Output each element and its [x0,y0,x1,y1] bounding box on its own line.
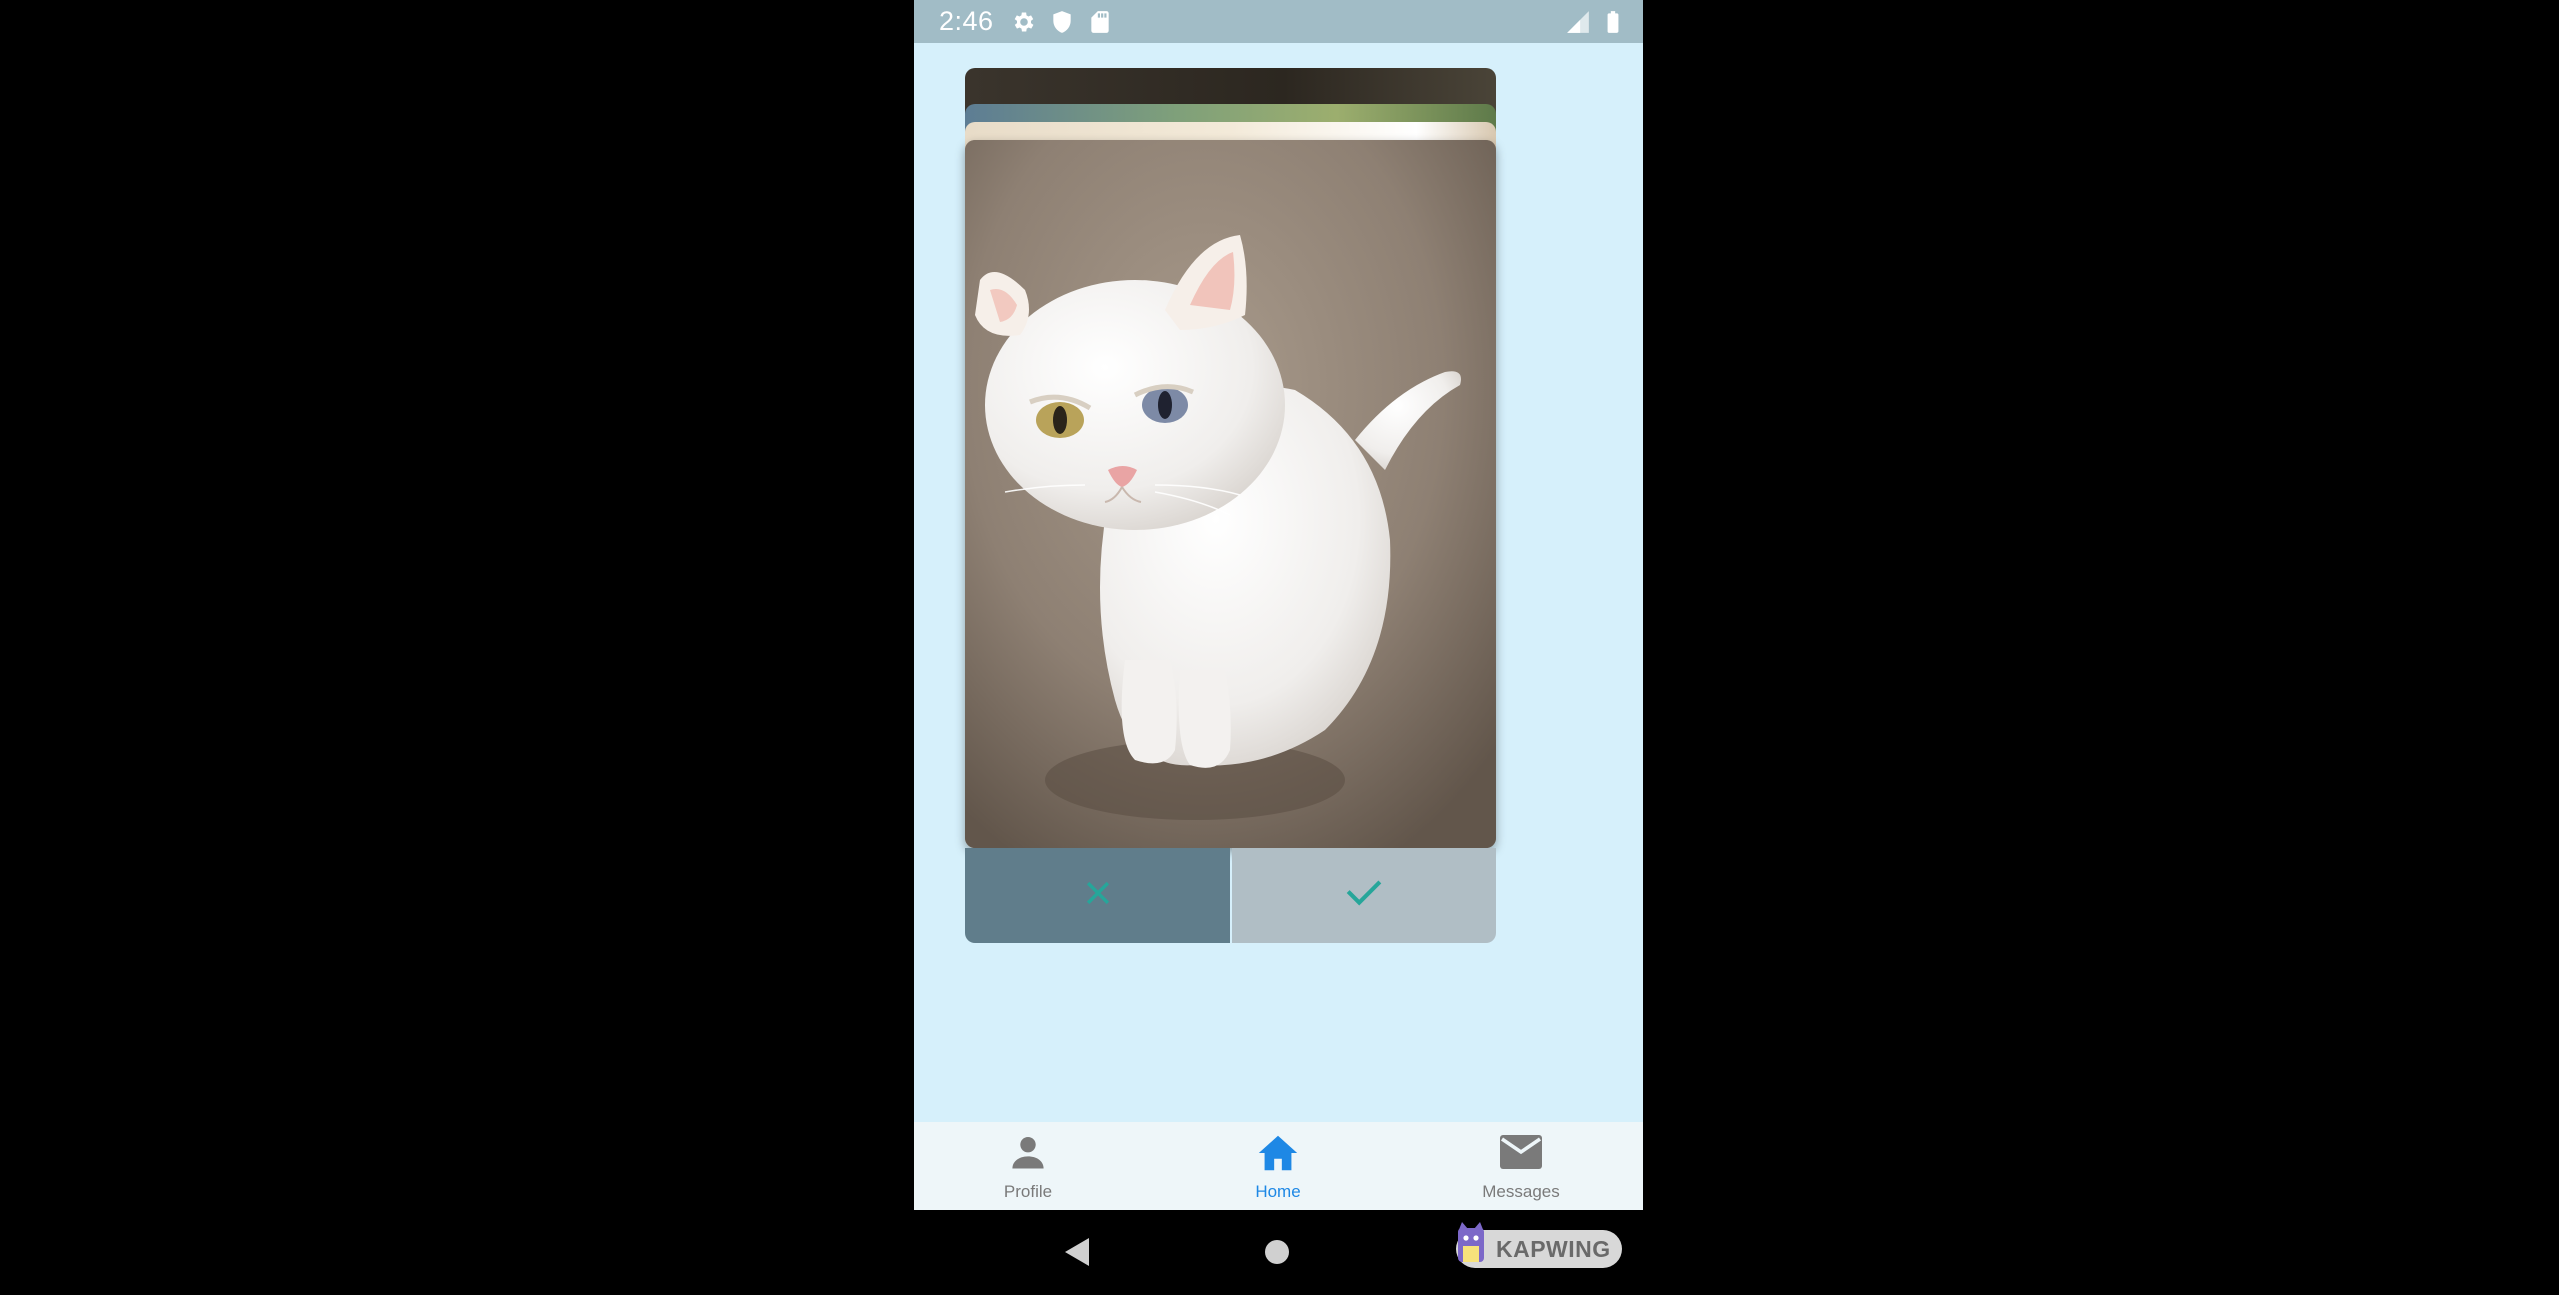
shield-icon [1049,9,1075,35]
person-icon [1006,1130,1050,1179]
mail-icon [1497,1130,1545,1179]
kapwing-logo-icon [1452,1220,1490,1271]
gear-icon [1011,9,1037,35]
kapwing-watermark: KAPWING [1456,1222,1622,1268]
close-icon [1085,880,1111,911]
kapwing-text: KAPWING [1496,1236,1611,1262]
system-navigation-bar: KAPWING [914,1210,1643,1295]
home-circle-icon[interactable] [1264,1239,1290,1270]
back-icon[interactable] [1062,1236,1092,1273]
reject-button[interactable] [965,848,1230,943]
battery-icon [1600,9,1626,35]
bottom-navigation: Profile Home Messages [914,1122,1643,1210]
phone-screen: 2:46 Profile Home Messages KAPWING [914,0,1643,1295]
cat-photo [965,140,1496,848]
nav-label-profile: Profile [1003,1182,1053,1201]
nav-item-messages[interactable]: Messages [1451,1122,1591,1210]
nav-label-messages: Messages [1482,1182,1560,1201]
nav-item-home[interactable]: Home [1208,1122,1348,1210]
status-time: 2:46 [939,6,994,36]
signal-icon [1565,9,1591,35]
check-icon [1346,878,1382,913]
accept-button[interactable] [1232,848,1496,943]
nav-label-home: Home [1255,1182,1301,1201]
nav-item-profile[interactable]: Profile [958,1122,1098,1210]
sd-card-icon [1087,9,1113,35]
home-icon [1255,1130,1301,1181]
status-bar: 2:46 [914,0,1643,43]
current-card[interactable] [965,140,1496,848]
